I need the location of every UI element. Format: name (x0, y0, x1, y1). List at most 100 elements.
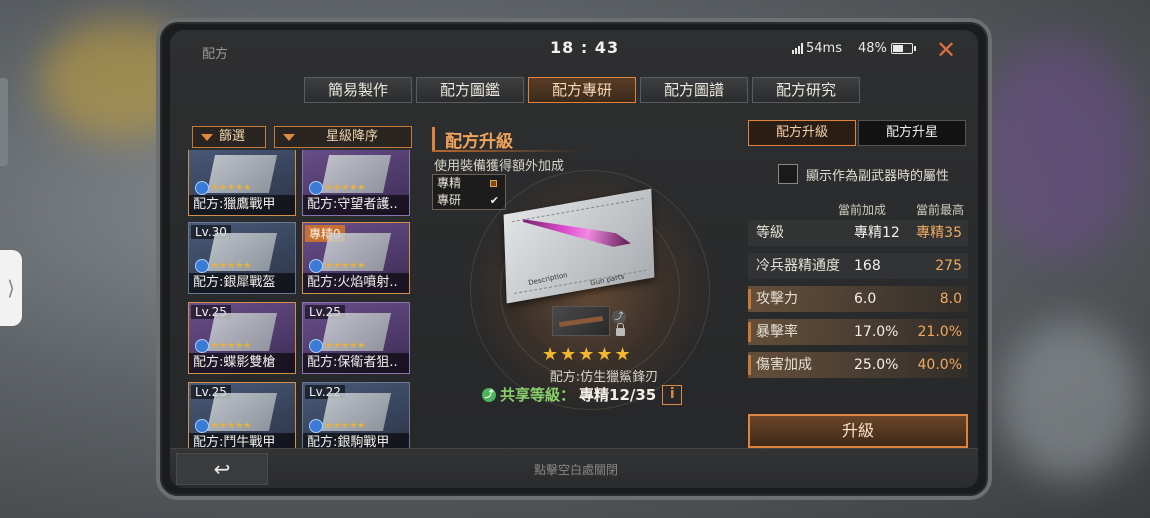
option-label: 專研 (437, 193, 462, 207)
card-name: 配方:守望者護.. (303, 195, 409, 215)
stat-current: 專精12 (854, 225, 900, 241)
screen-title: 配方 (202, 47, 229, 62)
option-research[interactable]: 專研 ✔ (433, 192, 505, 209)
rank-badge-icon (195, 419, 209, 433)
secondary-weapon-toggle[interactable]: 顯示作為副武器時的屬性 (778, 164, 949, 184)
option-label: 專精 (437, 176, 462, 190)
stat-max: 專精35 (916, 225, 962, 241)
stat-label: 暴擊率 (756, 324, 798, 340)
side-handle-bar (0, 78, 8, 166)
card-name: 配方:獵鷹戰甲 (189, 195, 295, 215)
stat-current: 17.0% (854, 324, 899, 340)
tab-recipe-research[interactable]: 配方專研 (528, 77, 636, 103)
recipe-name: 配方:仿生獵鯊鋒刃 (549, 370, 659, 385)
tab-recipe-catalog[interactable]: 配方圖鑑 (416, 77, 524, 103)
rank-badge-icon (309, 339, 323, 353)
card-stars: ★★★★★ (211, 421, 252, 431)
upgrade-section-title: 配方升級 (432, 127, 513, 152)
checkmark-icon: ✔ (489, 194, 499, 207)
sort-label: 星級降序 (325, 129, 378, 144)
dropdown-triangle-icon (283, 133, 295, 141)
tab-recipe-atlas[interactable]: 配方圖譜 (640, 77, 748, 103)
stat-row-level: 等級 專精12 專精35 (748, 220, 968, 246)
network-status: 54ms (792, 41, 842, 56)
stat-label: 等級 (756, 225, 784, 241)
side-drawer-chevron-icon[interactable]: ⟩ (0, 250, 22, 326)
stat-max: 8.0 (939, 291, 962, 307)
card-stars: ★★★★★ (325, 341, 366, 351)
shared-level: ⤴ 共享等級： 專精12/35 i (482, 384, 683, 405)
recipe-stars: ★★★★★ (542, 344, 633, 365)
tab-recipe-upgrade[interactable]: 配方升級 (748, 120, 856, 146)
tab-recipe-star-up[interactable]: 配方升星 (858, 120, 966, 146)
filter-button[interactable]: 篩選 (192, 126, 266, 148)
upgrade-subtitle: 使用裝備獲得額外加成 (434, 159, 565, 174)
filter-label: 篩選 (219, 129, 246, 144)
checkbox[interactable] (778, 164, 798, 184)
card-stars: ★★★★★ (325, 261, 366, 271)
shared-level-value: 專精12/35 (579, 386, 657, 404)
tab-recipe-study[interactable]: 配方研究 (752, 77, 860, 103)
recipe-card[interactable]: Lv.30 ★★★★★ 配方:銀犀戰盔 (188, 222, 296, 294)
card-name: 配方:蝶影雙槍 (189, 353, 295, 373)
battery-icon (890, 43, 916, 54)
card-stars: ★★★★★ (211, 261, 252, 271)
secondary-weapon-label: 顯示作為副武器時的屬性 (806, 168, 950, 184)
card-name: 配方:火焰噴射.. (303, 273, 409, 293)
stat-row-crit-rate: 暴擊率 17.0% 21.0% (748, 319, 968, 345)
card-name: 配方:保衛者狙.. (303, 353, 409, 373)
game-screen: 配方 18 : 43 54ms 48% ✕ 簡易製作 配方圖鑑 配方專研 配方圖… (170, 30, 978, 488)
title-underline (432, 150, 582, 152)
info-icon[interactable]: i (662, 384, 683, 405)
clock: 18 : 43 (550, 38, 620, 57)
close-icon[interactable]: ✕ (936, 36, 956, 64)
battery-percent: 48% (858, 41, 887, 56)
ping-value: 54ms (806, 41, 842, 56)
upgrade-button[interactable]: 升級 (748, 414, 968, 448)
right-tabs: 配方升級 配方升星 (748, 120, 966, 146)
share-icon: ⤴ (482, 387, 496, 402)
stat-row-attack: 攻擊力 6.0 8.0 (748, 286, 968, 312)
recipe-card[interactable]: Lv.25 ★★★★★ 配方:蝶影雙槍 (188, 302, 296, 374)
background-blob (980, 40, 1140, 260)
weapon-thumbnail[interactable] (552, 306, 610, 336)
recipe-grid[interactable]: ★★★★★ 配方:獵鷹戰甲 ★★★★★ 配方:守望者護.. Lv.30 ★★★★… (188, 150, 410, 462)
unchecked-box-icon (490, 180, 497, 187)
device-frame: 配方 18 : 43 54ms 48% ✕ 簡易製作 配方圖鑑 配方專研 配方圖… (156, 18, 992, 500)
stat-row-damage-bonus: 傷害加成 25.0% 40.0% (748, 352, 968, 378)
rank-badge-icon (309, 181, 323, 195)
recipe-card[interactable]: Lv.25 ★★★★★ 配方:保衛者狙.. (302, 302, 410, 374)
back-icon[interactable]: ↩ (176, 453, 268, 485)
sort-button[interactable]: 星級降序 (274, 126, 412, 148)
recipe-card[interactable]: Lv.22 ★★★★★ 配方:銀駒戰甲 (302, 382, 410, 454)
stat-max: 21.0% (917, 324, 962, 340)
battery-status: 48% (858, 41, 916, 56)
rank-badge-icon (195, 181, 209, 195)
background-blob (1000, 320, 1140, 480)
recipe-card[interactable]: ★★★★★ 配方:守望者護.. (302, 150, 410, 216)
column-header-max: 當前最高 (916, 203, 965, 217)
tab-simple-craft[interactable]: 簡易製作 (304, 77, 412, 103)
main-tabs: 簡易製作 配方圖鑑 配方專研 配方圖譜 配方研究 (304, 77, 860, 103)
stat-max: 40.0% (917, 357, 962, 373)
stat-label: 攻擊力 (756, 291, 798, 307)
stat-label: 傷害加成 (756, 357, 812, 373)
bottom-bar[interactable]: ↩ 點擊空白處關閉 (170, 448, 978, 488)
recipe-card[interactable]: ★★★★★ 配方:獵鷹戰甲 (188, 150, 296, 216)
rank-badge-icon (195, 259, 209, 273)
stat-current: 25.0% (854, 357, 899, 373)
filter-bar: 篩選 星級降序 (192, 126, 412, 148)
stat-max: 275 (935, 258, 962, 274)
card-stars: ★★★★★ (211, 341, 252, 351)
card-stars: ★★★★★ (325, 183, 366, 193)
lock-icon (616, 323, 625, 336)
recipe-card[interactable]: Lv.25 ★★★★★ 配方:鬥牛戰甲 (188, 382, 296, 454)
card-name: 配方:銀犀戰盔 (189, 273, 295, 293)
rank-badge-icon (195, 339, 209, 353)
shared-level-label: 共享等級： (500, 386, 576, 404)
recipe-card[interactable]: 專精0 ★★★★★ 配方:火焰噴射.. (302, 222, 410, 294)
close-hint: 點擊空白處關閉 (534, 463, 619, 477)
rank-badge-icon (309, 259, 323, 273)
stat-row-mastery: 冷兵器精通度 168 275 (748, 253, 968, 279)
option-mastery[interactable]: 專精 (433, 175, 505, 192)
